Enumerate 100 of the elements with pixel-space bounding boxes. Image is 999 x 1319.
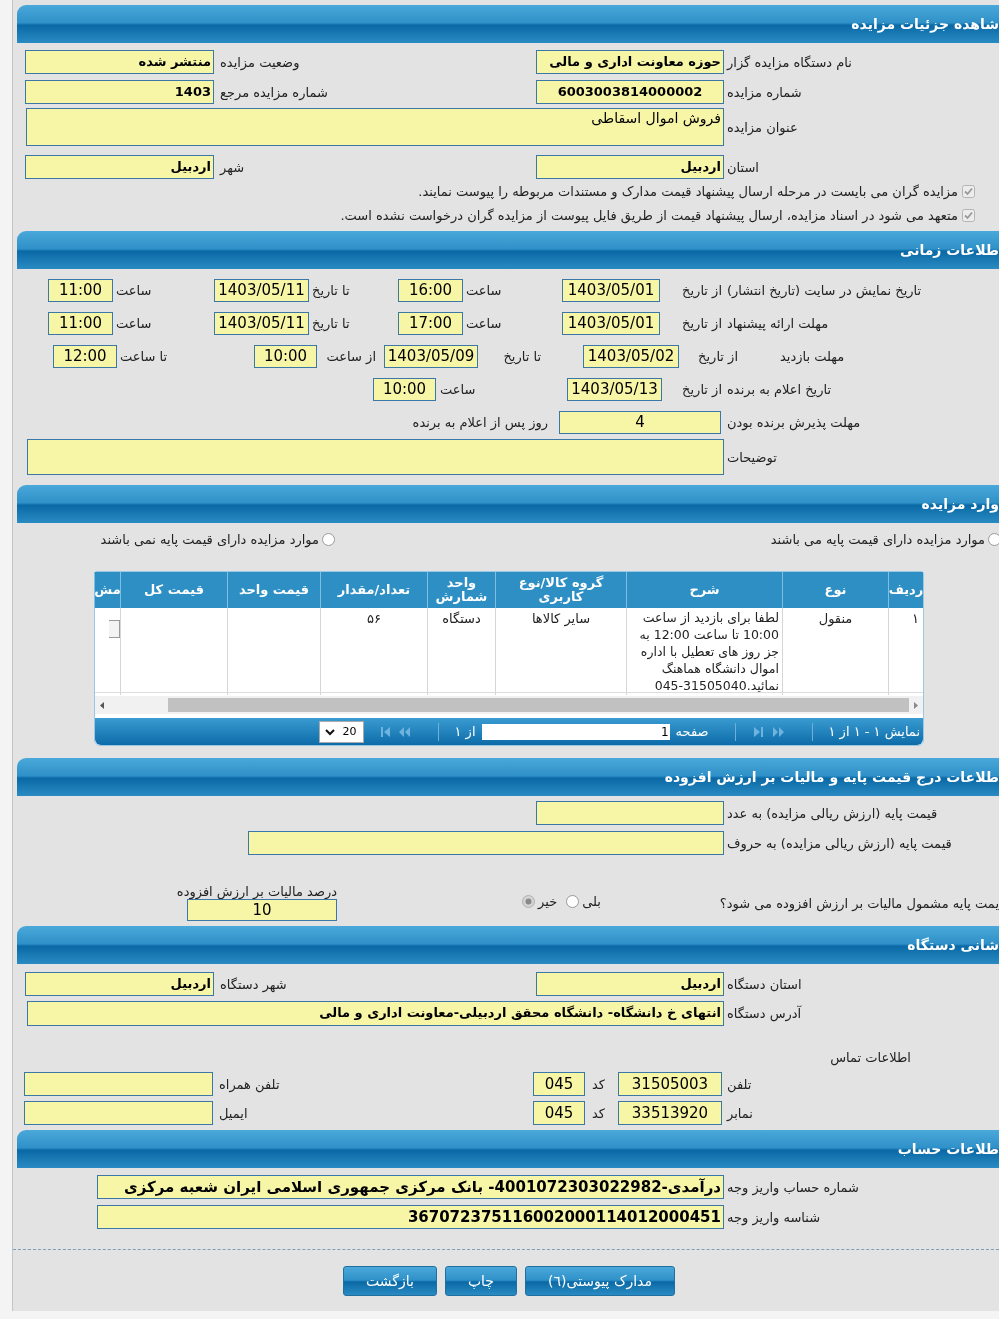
input-field[interactable]: 1403/05/11 (214, 279, 309, 302)
field-label: نمابر (725, 1105, 754, 1121)
column-header[interactable]: نوع (782, 572, 888, 608)
radio-button[interactable] (566, 895, 580, 908)
field-label: روز پس از اعلام به برنده (411, 415, 549, 430)
input-field[interactable]: 10 (187, 899, 337, 921)
radio-button[interactable] (988, 532, 999, 546)
input-field[interactable]: اردبیل (25, 155, 214, 179)
section-title: طلاعات درج قیمت پایه و مالیات بر ارزش افزوده (664, 769, 999, 785)
field-label: شماره مزایده مرجع (219, 84, 329, 100)
field-label: از تاریخ (697, 349, 739, 364)
table-cell: لطفا برای بازدید از ساعت 10:00 تا ساعت 12:00 به جز روز های تعطیل با اداره اموال دانشگاه هماهنگ نمائید.31505040-045 (626, 608, 782, 695)
column-header[interactable]: ردیف (888, 572, 923, 608)
input-field[interactable]: 1403 (25, 80, 214, 104)
input-field[interactable] (248, 831, 724, 855)
radio-label: خیر (538, 894, 558, 909)
action-button[interactable]: چاپ (444, 1266, 517, 1296)
input-field[interactable]: 1403/05/02 (583, 345, 679, 368)
input-field[interactable]: درآمدی-4001072303022982- بانک مرکزی جمهوری اسلامی ایران شعبه مرکزی (97, 1175, 724, 1199)
field-label: تلفن (726, 1076, 753, 1092)
field-label: شماره مزایده (726, 84, 803, 100)
radio-label: موارد مزایده دارای قیمت پایه می باشند (770, 531, 985, 547)
field-label: توضیحات (726, 449, 778, 465)
field-label: ساعت (115, 283, 153, 298)
section-title: طلاعات حساب (897, 1141, 999, 1157)
input-field[interactable]: 045 (533, 1072, 585, 1096)
input-field[interactable]: 4 (559, 411, 721, 434)
horizontal-scrollbar[interactable] (95, 696, 923, 714)
input-field[interactable]: 10:00 (373, 378, 436, 401)
radio-button[interactable] (522, 895, 536, 908)
column-header[interactable]: تعداد/مقدار (320, 572, 427, 608)
input-field[interactable]: 17:00 (398, 312, 463, 335)
field-label: تا تاریخ (502, 349, 542, 364)
input-field[interactable]: اردبیل (536, 972, 724, 996)
input-field[interactable] (24, 1072, 213, 1096)
input-field[interactable]: 1403/05/01 (562, 279, 660, 302)
radio-button[interactable] (322, 532, 335, 546)
field-label: مهلت ارائه پیشنهاد (726, 316, 830, 331)
input-field[interactable]: اردبیل (25, 972, 214, 996)
input-field[interactable]: 10:00 (254, 345, 317, 368)
input-field[interactable]: 16:00 (398, 279, 463, 302)
input-field[interactable]: 33513920 (618, 1101, 722, 1125)
column-header[interactable]: مش (94, 572, 120, 608)
row-action-button[interactable] (109, 620, 120, 638)
field-label: استان (726, 159, 760, 175)
input-field[interactable]: 045 (533, 1101, 585, 1125)
column-header[interactable]: شرح (626, 572, 782, 608)
text-area[interactable] (27, 439, 724, 475)
field-label: از تاریخ (681, 382, 723, 397)
field-label: قیمت پایه (ارزش ریالی مزایده) به عدد (726, 805, 939, 821)
checkbox[interactable] (962, 184, 975, 198)
pager-summary: نمایش ۱ - ۱ از ۱ (828, 724, 920, 739)
page-count: از ۱ (454, 724, 476, 739)
input-field[interactable] (536, 801, 724, 825)
text-area[interactable]: فروش اموال اسقاطی (26, 108, 724, 146)
section-title: شانی دستگاه (907, 937, 999, 953)
field-label: عنوان مزایده (726, 120, 799, 135)
checkbox[interactable] (962, 208, 975, 222)
input-field[interactable] (24, 1101, 213, 1125)
input-field[interactable]: انتهای خ دانشگاه- دانشگاه محقق اردبیلی-معاونت اداری و مالی (27, 1000, 724, 1026)
page-number-field[interactable]: 1 (481, 723, 670, 740)
radio-label: موارد مزایده دارای قیمت پایه نمی باشند (100, 531, 319, 547)
input-field[interactable]: 1403/05/09 (384, 345, 478, 368)
checkbox-label: متعهد می شود در اسناد مزایده، ارسال پیشنهاد قیمت از طریق فایل پیوست از مزایده گران درخواست نشده است. (340, 207, 958, 223)
question-text: یمت پایه مشمول مالیات بر ارزش افزوده می شود؟ (718, 896, 999, 911)
field-label: مهلت پذیرش برنده بودن (726, 415, 862, 430)
input-field[interactable]: حوزه معاونت اداری و مالی (536, 50, 724, 74)
input-field[interactable]: منتشر شده (25, 50, 214, 74)
input-field[interactable]: اردبیل (536, 155, 724, 179)
field-label: شماره حساب واریز وجه (726, 1179, 860, 1195)
scrollbar-thumb[interactable] (168, 698, 909, 712)
field-label: تا تاریخ (311, 316, 351, 331)
input-field[interactable]: 31505003 (618, 1072, 722, 1096)
input-field[interactable]: 1403/05/13 (567, 378, 662, 401)
input-field[interactable]: 11:00 (48, 279, 113, 302)
section-title: شاهده جزئیات مزایده (851, 16, 999, 32)
field-label: تاریخ نمایش در سایت (تاریخ انتشار) (726, 283, 923, 298)
column-header[interactable]: گروه کالا/نوع کاربری (495, 572, 626, 608)
field-label: وضعیت مزایده (219, 54, 301, 70)
page-size-select[interactable]: 20 (318, 720, 364, 743)
input-field[interactable]: 11:00 (48, 312, 113, 335)
input-field[interactable]: 1403/05/01 (562, 312, 660, 335)
table-cell: دستگاه (427, 608, 495, 695)
radio-label: بلی (582, 894, 601, 909)
action-button[interactable]: مدارک پیوستی(٦) (525, 1266, 675, 1296)
field-label: تا تاریخ (311, 283, 351, 298)
field-label: کد (591, 1076, 606, 1092)
table-cell: ۱ (888, 608, 923, 695)
field-label: ساعت (465, 283, 503, 298)
input-field[interactable]: 367072375116002000114012000451 (97, 1205, 724, 1229)
field-label: شناسه واریز وجه (726, 1209, 822, 1225)
action-button[interactable]: بازگشت (343, 1266, 437, 1296)
column-header[interactable]: واحد شمارش (427, 572, 495, 608)
field-label: از ساعت (325, 349, 377, 364)
column-header[interactable]: قیمت کل (120, 572, 227, 608)
field-label: ساعت (439, 382, 477, 397)
input-field[interactable]: 6003003814000002 (536, 80, 724, 104)
input-field[interactable]: 1403/05/11 (214, 312, 309, 335)
column-header[interactable]: قیمت واحد (227, 572, 320, 608)
input-field[interactable]: 12:00 (53, 345, 117, 368)
